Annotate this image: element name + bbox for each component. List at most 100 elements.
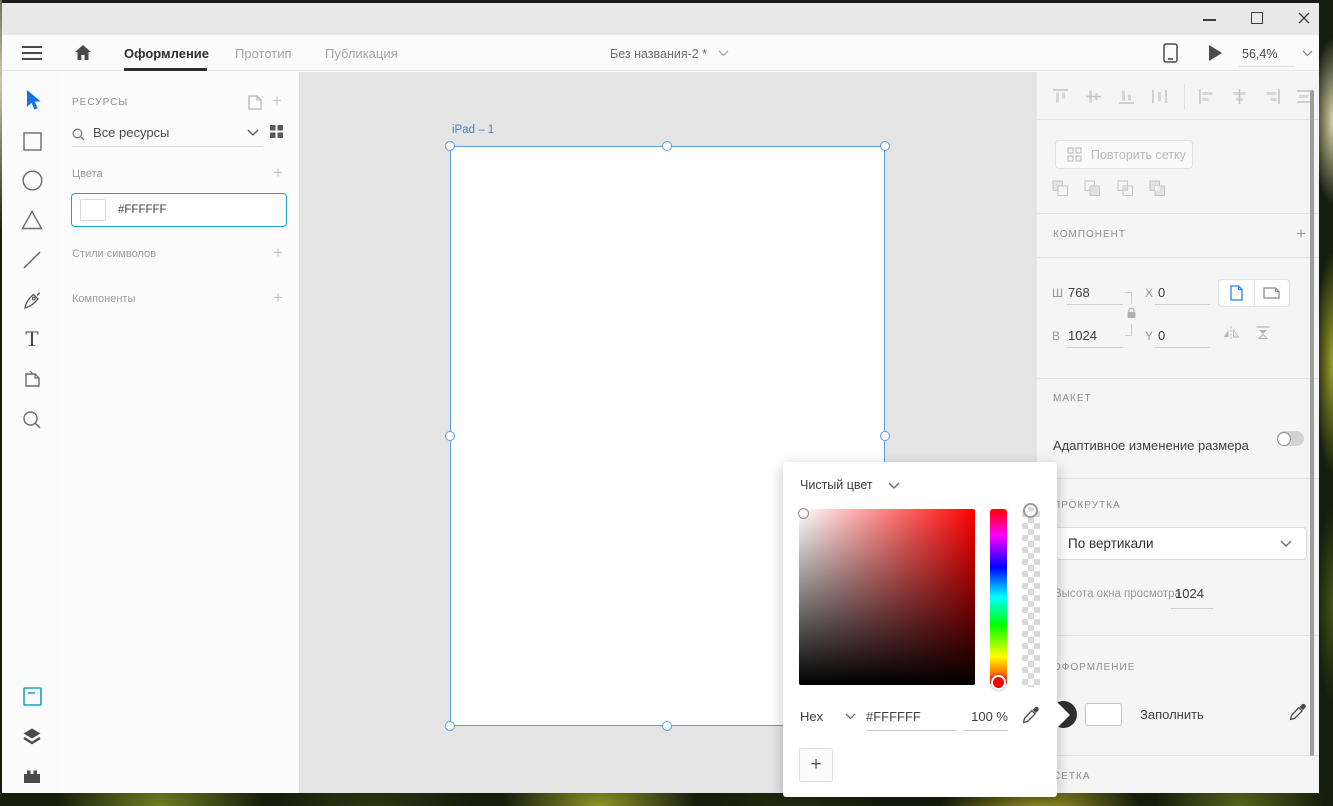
artboard-handle[interactable]: [445, 431, 455, 441]
assets-filter-chevron[interactable]: [247, 129, 259, 137]
pen-tool-button[interactable]: [20, 288, 44, 312]
add-character-style-button[interactable]: +: [273, 246, 283, 260]
hex-value-input[interactable]: #FFFFFF: [866, 709, 921, 724]
save-color-button[interactable]: +: [799, 748, 833, 782]
orientation-landscape-button[interactable]: [1255, 280, 1290, 306]
artboard-tool-button[interactable]: [20, 367, 44, 391]
assets-grid-view-button[interactable]: [270, 125, 283, 138]
artboard-icon: [22, 369, 42, 389]
viewport-height-value[interactable]: 1024: [1175, 586, 1204, 601]
document-assets-icon[interactable]: [248, 95, 262, 110]
fill-label: Заполнить: [1140, 707, 1204, 722]
flip-horizontal-icon: [1222, 325, 1240, 340]
y-value[interactable]: 0: [1158, 328, 1165, 343]
home-button[interactable]: [74, 44, 92, 61]
chevron-down-icon: [1302, 50, 1313, 57]
add-component-state-button[interactable]: +: [1296, 227, 1306, 241]
plugins-panel-toggle-button[interactable]: [20, 764, 44, 788]
artboard-handle[interactable]: [662, 141, 672, 151]
inspector-scrollbar[interactable]: [1310, 90, 1314, 756]
alpha-slider-handle[interactable]: [1023, 503, 1038, 518]
window-maximize-button[interactable]: [1251, 12, 1263, 24]
document-title-chevron[interactable]: [718, 50, 729, 57]
zoom-tool-button[interactable]: [20, 408, 44, 432]
opacity-field-underline: [964, 730, 1008, 731]
tab-design[interactable]: Оформление: [124, 46, 209, 61]
select-arrow-icon: [22, 89, 42, 111]
assets-filter-value[interactable]: Все ресурсы: [93, 125, 169, 140]
boolean-add-icon[interactable]: [1052, 180, 1069, 197]
artboard-handle[interactable]: [880, 431, 890, 441]
alpha-slider[interactable]: [1022, 505, 1040, 687]
align-bottom-icon[interactable]: [1118, 88, 1135, 105]
text-tool-button[interactable]: T: [20, 327, 44, 351]
flip-horizontal-button[interactable]: [1222, 325, 1240, 340]
aspect-lock-button[interactable]: [1126, 307, 1137, 319]
align-center-horizontal-icon[interactable]: [1231, 88, 1248, 105]
artboard-handle[interactable]: [445, 141, 455, 151]
device-preview-button[interactable]: [1163, 43, 1178, 63]
component-section-header: КОМПОНЕНТ: [1053, 229, 1126, 240]
layers-panel-toggle-button[interactable]: [20, 724, 44, 748]
fill-eyedropper-button[interactable]: [1289, 703, 1307, 721]
saturation-brightness-field[interactable]: [799, 509, 975, 685]
orientation-portrait-button[interactable]: [1219, 280, 1255, 306]
opacity-value-input[interactable]: 100 %: [964, 709, 1008, 724]
add-color-button[interactable]: +: [273, 166, 283, 180]
window-minimize-button[interactable]: [1203, 19, 1216, 21]
artboard-handle[interactable]: [880, 141, 890, 151]
color-picker-popup: Чистый цвет Hex #FFFFFF 100 % +: [783, 462, 1057, 797]
flip-vertical-button[interactable]: [1255, 325, 1271, 340]
add-component-button[interactable]: +: [273, 291, 283, 305]
color-mode-value[interactable]: Чистый цвет: [800, 478, 873, 492]
responsive-resize-toggle[interactable]: [1277, 431, 1304, 446]
chevron-down-icon: [888, 482, 900, 490]
plugin-brick-icon: [22, 768, 42, 785]
repeat-grid-button[interactable]: Повторить сетку: [1055, 140, 1193, 169]
line-tool-button[interactable]: [20, 248, 44, 272]
hue-slider[interactable]: [990, 509, 1007, 685]
boolean-subtract-icon[interactable]: [1084, 180, 1101, 197]
fill-color-swatch[interactable]: [1085, 703, 1122, 726]
width-value[interactable]: 768: [1068, 285, 1090, 300]
distribute-vertical-icon[interactable]: [1151, 88, 1168, 105]
polygon-tool-button[interactable]: [20, 208, 44, 232]
assets-panel-toggle-button[interactable]: [20, 684, 44, 708]
window-titlebar[interactable]: [2, 3, 1319, 35]
align-middle-vertical-icon[interactable]: [1085, 88, 1102, 105]
hue-slider-handle[interactable]: [991, 675, 1006, 690]
rectangle-tool-button[interactable]: [20, 129, 44, 153]
zoom-dropdown-chevron[interactable]: [1302, 50, 1313, 57]
window-close-button[interactable]: [1297, 11, 1311, 25]
height-value[interactable]: 1024: [1068, 328, 1097, 343]
x-value[interactable]: 0: [1158, 285, 1165, 300]
align-top-icon[interactable]: [1052, 88, 1069, 105]
tab-prototype[interactable]: Прототип: [235, 46, 292, 61]
boolean-exclude-icon[interactable]: [1149, 180, 1166, 197]
tab-share[interactable]: Публикация: [325, 46, 398, 61]
align-right-icon[interactable]: [1264, 88, 1281, 105]
boolean-intersect-icon[interactable]: [1117, 180, 1134, 197]
play-preview-button[interactable]: [1209, 45, 1222, 61]
assets-add-button[interactable]: +: [272, 94, 282, 108]
artboard-handle[interactable]: [662, 721, 672, 731]
color-swatch[interactable]: [80, 199, 106, 221]
ellipse-tool-button[interactable]: [20, 168, 44, 192]
color-format-chevron[interactable]: [845, 713, 856, 720]
color-asset-row[interactable]: #FFFFFF: [71, 193, 287, 227]
document-title[interactable]: Без названия-2 *: [610, 47, 707, 61]
artboard-name-label[interactable]: iPad – 1: [452, 124, 494, 136]
zoom-level-value[interactable]: 56,4%: [1242, 47, 1277, 61]
height-field-underline: [1067, 347, 1123, 348]
sv-selector-ring[interactable]: [798, 508, 809, 519]
color-mode-chevron[interactable]: [888, 482, 900, 490]
divider: [1037, 213, 1319, 214]
color-format-value[interactable]: Hex: [800, 709, 823, 724]
artboard-handle[interactable]: [445, 721, 455, 731]
scroll-direction-dropdown[interactable]: По вертикали: [1053, 527, 1307, 560]
hamburger-menu-button[interactable]: [22, 46, 42, 60]
select-tool-button[interactable]: [20, 88, 44, 112]
align-left-icon[interactable]: [1198, 88, 1215, 105]
repeat-grid-icon: [1067, 147, 1082, 162]
picker-eyedropper-button[interactable]: [1022, 706, 1040, 724]
